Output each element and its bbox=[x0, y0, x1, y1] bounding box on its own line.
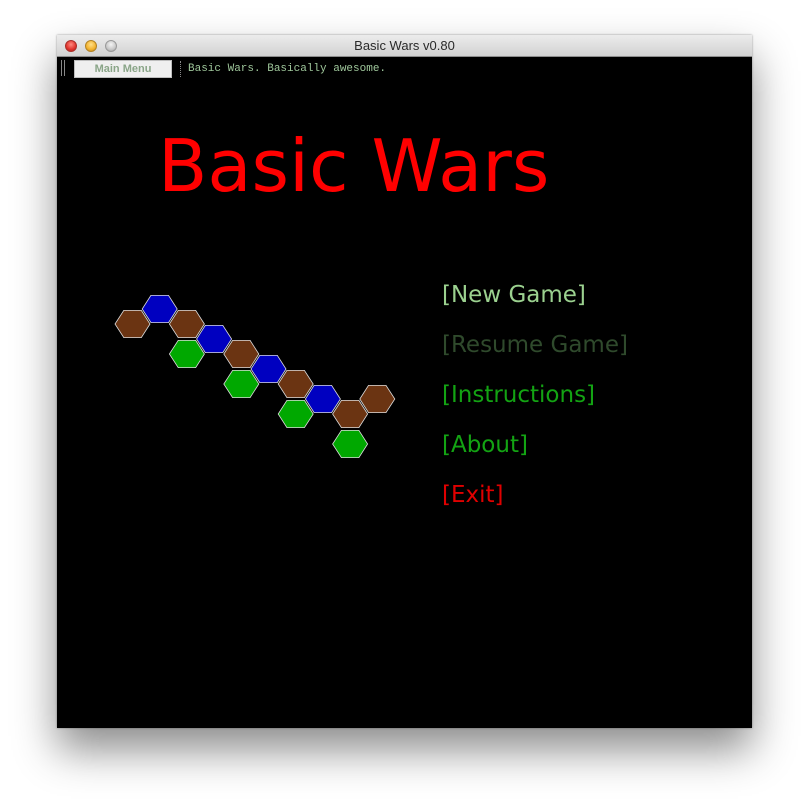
instructions-button[interactable]: [Instructions] bbox=[442, 380, 595, 410]
hex-tile-brown bbox=[168, 309, 205, 339]
hex-tile-green bbox=[223, 369, 260, 399]
hex-tile-brown bbox=[359, 384, 396, 414]
hex-tile-green bbox=[332, 429, 369, 459]
game-canvas: Main Menu Basic Wars. Basically awesome.… bbox=[57, 57, 752, 728]
hex-tile-brown bbox=[223, 339, 260, 369]
app-window: Basic Wars v0.80 Main Menu Basic Wars. B… bbox=[57, 35, 752, 728]
title-bar[interactable]: Basic Wars v0.80 bbox=[57, 35, 752, 57]
hex-tile-brown bbox=[332, 399, 369, 429]
hex-tile-green bbox=[168, 339, 205, 369]
hex-tile-green bbox=[277, 399, 314, 429]
hex-tile-blue bbox=[304, 384, 341, 414]
new-game-button[interactable]: [New Game] bbox=[442, 280, 586, 310]
hex-tile-blue bbox=[250, 354, 287, 384]
window-title: Basic Wars v0.80 bbox=[354, 38, 455, 53]
hex-tile-blue bbox=[196, 324, 233, 354]
hex-tile-brown bbox=[277, 369, 314, 399]
hex-tile-brown bbox=[114, 309, 151, 339]
exit-button[interactable]: [Exit] bbox=[442, 480, 504, 510]
hex-tile-blue bbox=[141, 294, 178, 324]
hex-map-preview bbox=[114, 294, 396, 459]
about-button[interactable]: [About] bbox=[442, 430, 528, 460]
resume-game-button[interactable]: [Resume Game] bbox=[442, 330, 628, 360]
